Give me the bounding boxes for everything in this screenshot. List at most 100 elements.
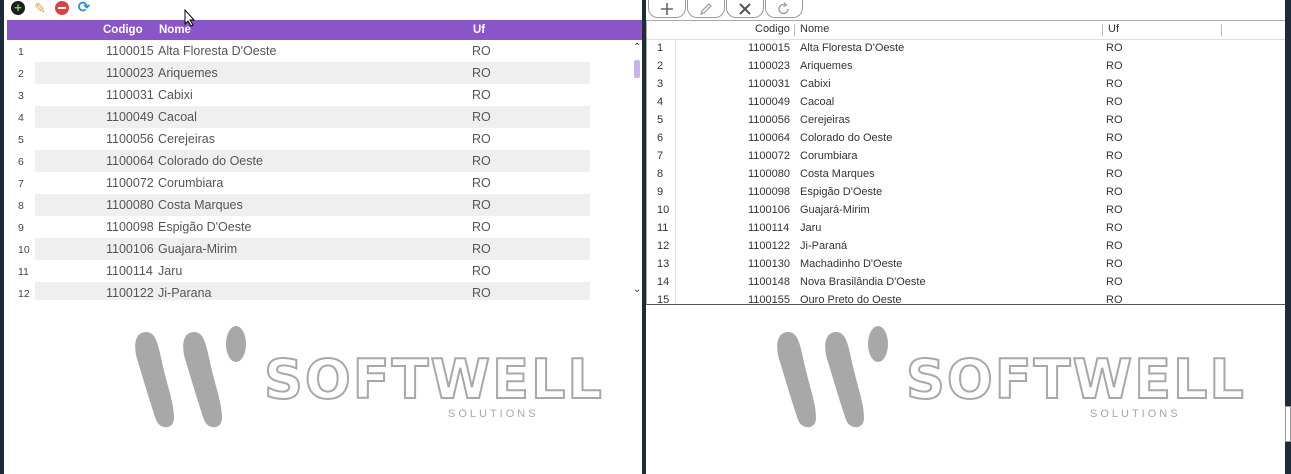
add-button[interactable] [648,0,686,18]
edit-icon[interactable]: ✎ [33,1,47,15]
cell-nome: Nova Brasilândia D'Oeste [800,276,926,288]
cell-nome: Ouro Preto do Oeste [800,294,902,305]
row-number: 11 [657,222,669,234]
window-edge [1285,0,1291,474]
cell-uf: RO [1106,276,1123,288]
row-number: 6 [657,132,664,144]
table-row[interactable]: 5 1100056 Cerejeiras RO [7,128,645,150]
table-row[interactable]: 2 1100023 Ariquemes RO [647,58,1285,76]
add-icon[interactable] [11,1,25,15]
row-number: 2 [18,68,24,80]
table-row[interactable]: 3 1100031 Cabixi RO [7,84,645,106]
row-number: 14 [657,276,670,288]
cell-nome: Cerejeiras [158,132,215,146]
table-row[interactable]: 12 1100122 Ji-Parana RO [7,282,645,300]
scroll-up-icon[interactable]: ⌃ [633,42,641,53]
table-row[interactable]: 1 1100015 Alta Floresta D'Oeste RO [647,40,1285,58]
cell-nome: Espigão D'Oeste [800,186,883,198]
cell-codigo: 1100098 [106,220,154,234]
table-row[interactable]: 3 1100031 Cabixi RO [647,76,1285,94]
row-number: 15 [657,294,670,305]
row-number: 13 [657,258,670,270]
table-row[interactable]: 4 1100049 Cacoal RO [7,106,645,128]
edge-handle[interactable] [1285,406,1291,442]
table-row[interactable]: 2 1100023 Ariquemes RO [7,62,645,84]
row-number: 6 [18,156,24,168]
row-number: 7 [18,178,24,190]
table-row[interactable]: 5 1100056 Cerejeiras RO [647,112,1285,130]
cell-uf: RO [1106,150,1123,162]
cell-uf: RO [1106,132,1123,144]
cell-nome: Alta Floresta D'Oeste [800,42,905,54]
table-row[interactable]: 9 1100098 Espigão D'Oeste RO [7,216,645,238]
delete-icon[interactable] [55,1,69,15]
column-header-codigo[interactable]: Codigo [755,23,790,35]
cell-nome: Ariquemes [158,66,218,80]
left-panel: ✎ ⟳ Codigo Nome Uf 1 1100015 Alta Floresta… [0,0,645,474]
cell-uf: RO [1106,96,1123,108]
cell-codigo: 1100049 [106,110,154,124]
softwell-logo-right: SOFTWELL SOLUTIONS [770,322,1245,442]
refresh-button[interactable] [765,0,803,18]
table-row[interactable]: 15 1100155 Ouro Preto do Oeste RO [647,292,1285,305]
column-header-codigo[interactable]: Codigo [103,24,143,36]
delete-button[interactable] [726,0,764,18]
table-row[interactable]: 10 1100106 Guajara-Mirim RO [7,238,645,260]
cell-codigo: 1100031 [106,88,154,102]
table-row[interactable]: 12 1100122 Ji-Paraná RO [647,238,1285,256]
cell-codigo: 1100080 [748,168,791,180]
softwell-logo-left: SOFTWELL SOLUTIONS [128,322,603,442]
scroll-thumb[interactable] [634,60,640,78]
cell-uf: RO [1106,78,1123,90]
row-number: 11 [18,266,29,278]
cell-codigo: 1100031 [748,78,791,90]
table-row[interactable]: 8 1100080 Costa Marques RO [647,166,1285,184]
left-grid-header: Codigo Nome Uf [7,20,645,40]
cell-uf: RO [1106,258,1123,270]
right-grid-body: 1 1100015 Alta Floresta D'Oeste RO 2 1100023 A… [647,40,1285,305]
table-row[interactable]: 9 1100098 Espigão D'Oeste RO [647,184,1285,202]
edit-button[interactable] [687,0,725,18]
table-row[interactable]: 4 1100049 Cacoal RO [647,94,1285,112]
cell-codigo: 1100098 [748,186,791,198]
table-row[interactable]: 10 1100106 Guajará-Mirim RO [647,202,1285,220]
table-row[interactable]: 13 1100130 Machadinho D'Oeste RO [647,256,1285,274]
cell-uf: RO [1106,186,1123,198]
right-panel: Codigo Nome Uf 1 1100015 Alta Floresta D'O… [646,0,1285,474]
column-header-uf[interactable]: Uf [1108,23,1119,35]
row-number: 12 [18,288,30,300]
logo-tagline: SOLUTIONS [448,408,539,420]
row-number: 10 [657,204,670,216]
scroll-down-icon[interactable]: ⌄ [633,284,641,295]
cell-codigo: 1100049 [748,96,791,108]
cell-uf: RO [1106,204,1123,216]
cell-uf: RO [472,154,491,168]
table-row[interactable]: 6 1100064 Colorado do Oeste RO [647,130,1285,148]
cell-uf: RO [1106,42,1123,54]
table-row[interactable]: 7 1100072 Corumbiara RO [7,172,645,194]
table-row[interactable]: 8 1100080 Costa Marques RO [7,194,645,216]
table-row[interactable]: 11 1100114 Jaru RO [7,260,645,282]
table-row[interactable]: 7 1100072 Corumbiara RO [647,148,1285,166]
cell-nome: Jaru [158,264,183,278]
table-row[interactable]: 1 1100015 Alta Floresta D'Oeste RO [7,40,645,62]
refresh-icon[interactable]: ⟳ [77,0,91,15]
cell-codigo: 1100015 [748,42,791,54]
cell-uf: RO [1106,222,1123,234]
row-number: 10 [18,244,30,256]
column-header-uf[interactable]: Uf [473,24,485,36]
row-number: 1 [18,46,24,58]
cell-codigo: 1100015 [106,44,154,58]
cell-codigo: 1100056 [748,114,791,126]
row-number: 2 [657,60,664,72]
table-row[interactable]: 6 1100064 Colorado do Oeste RO [7,150,645,172]
table-row[interactable]: 14 1100148 Nova Brasilândia D'Oeste RO [647,274,1285,292]
cell-uf: RO [472,242,491,256]
column-header-nome[interactable]: Nome [800,23,829,35]
cell-uf: RO [1106,60,1123,72]
cell-nome: Cabixi [158,88,193,102]
table-row[interactable]: 11 1100114 Jaru RO [647,220,1285,238]
row-number: 9 [18,222,24,234]
row-number: 5 [657,114,664,126]
cell-codigo: 1100114 [106,264,153,278]
